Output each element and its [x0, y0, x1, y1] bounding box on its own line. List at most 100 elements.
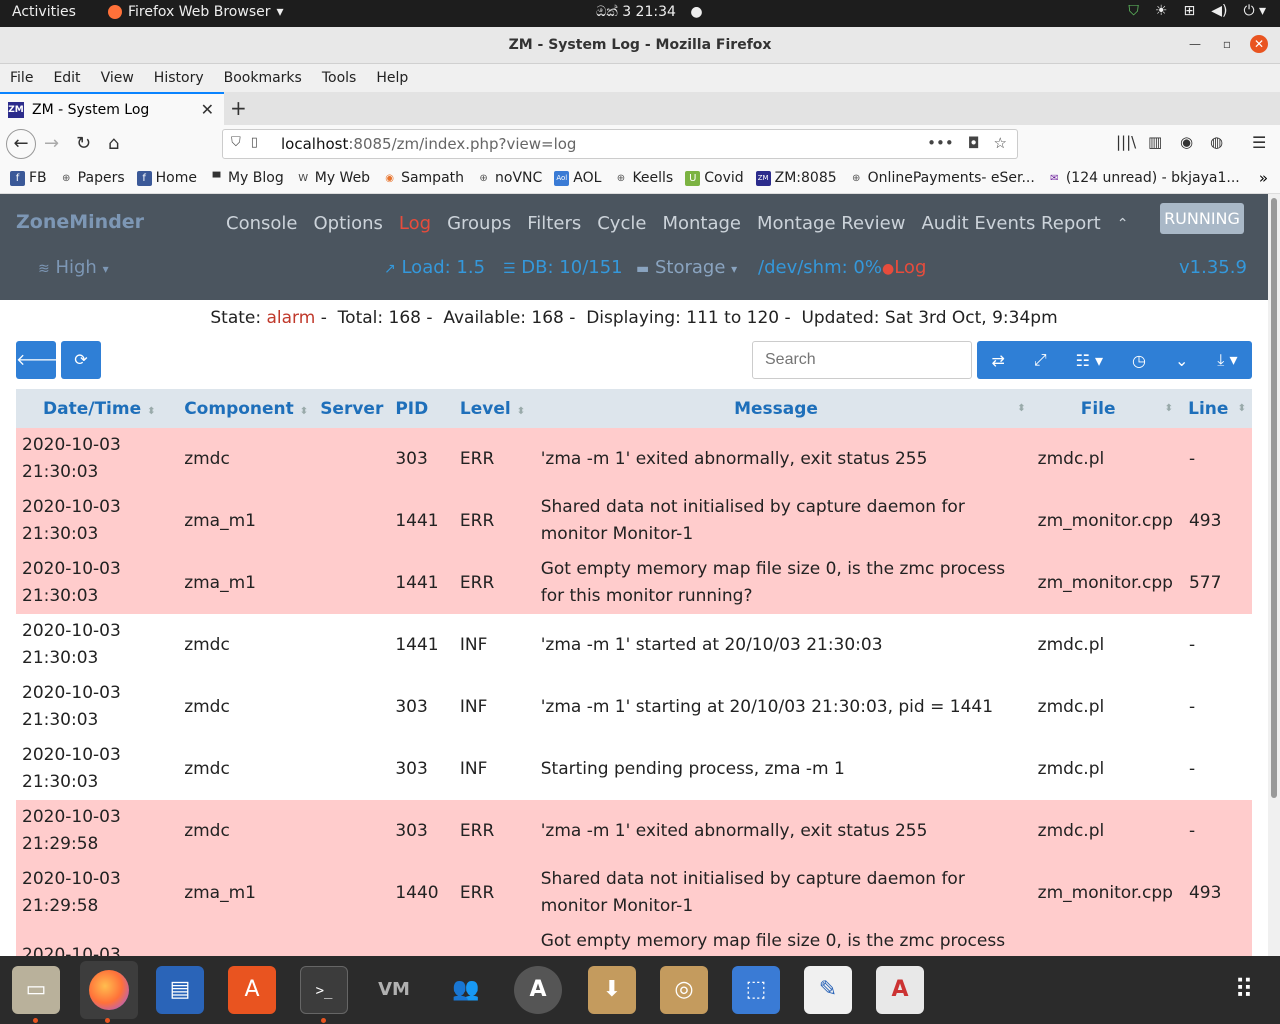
nav-audit-events-report[interactable]: Audit Events Report: [921, 213, 1100, 234]
app-menu[interactable]: Firefox Web Browser ▾: [108, 4, 284, 20]
search-input[interactable]: [752, 341, 972, 379]
bookmark-my-web[interactable]: W My Web: [296, 170, 370, 186]
table-row[interactable]: 2020-10-03 21:30:03 zmdc 303 ERR'zma -m 1' e…: [16, 428, 1252, 490]
menu-bookmarks[interactable]: Bookmarks: [224, 70, 302, 86]
bandwidth-dropdown[interactable]: ≋ High ▾: [38, 257, 109, 278]
run-state-button[interactable]: RUNNING: [1160, 203, 1244, 234]
forward-arrow-icon[interactable]: →: [44, 133, 59, 154]
page-info-icon[interactable]: ▯: [251, 135, 258, 150]
bookmarks-overflow-icon[interactable]: »: [1259, 169, 1268, 187]
bookmark-onlinepayments[interactable]: ⊕ OnlinePayments- eSer...: [849, 170, 1035, 186]
menu-edit[interactable]: Edit: [53, 70, 80, 86]
col-line[interactable]: Line ⬍: [1178, 389, 1252, 428]
brightness-icon[interactable]: ☀: [1155, 3, 1168, 19]
dictionary-icon[interactable]: A: [876, 966, 924, 1014]
chevron-down-icon[interactable]: ⌄: [1175, 351, 1188, 370]
table-row[interactable]: 2020-10-03 21:30:03 zmdc 303 INF Starting pen…: [16, 738, 1252, 800]
fullscreen-icon[interactable]: ⤢: [1034, 350, 1047, 370]
pocket-icon[interactable]: ◘: [968, 134, 980, 152]
auto-refresh-icon[interactable]: ⇄: [991, 351, 1004, 370]
menu-help[interactable]: Help: [376, 70, 408, 86]
nav-console[interactable]: Console: [226, 213, 297, 234]
activities-button[interactable]: Activities: [12, 4, 76, 20]
terminal-icon[interactable]: >_: [300, 966, 348, 1014]
menu-file[interactable]: File: [10, 70, 33, 86]
bookmark-aol[interactable]: Aol AOL: [554, 170, 601, 186]
menu-view[interactable]: View: [101, 70, 134, 86]
reload-icon[interactable]: ↻: [76, 133, 91, 154]
table-row[interactable]: 2020-10-03 21:29:58 zma_m1 1440 ERR Shared da…: [16, 862, 1252, 924]
col-datetime[interactable]: Date/Time ⬍: [16, 389, 179, 428]
shield-icon[interactable]: ⛉: [1128, 3, 1139, 19]
writer-icon[interactable]: ▤: [156, 966, 204, 1014]
firefox-dock-icon[interactable]: [80, 961, 138, 1019]
vmware-icon[interactable]: VM: [370, 966, 418, 1014]
table-row[interactable]: 2020-10-03 21:30:03 zmdc 1441 INF'zma -m 1' …: [16, 614, 1252, 676]
col-level[interactable]: Level ⬍: [453, 389, 535, 428]
back-arrow-icon[interactable]: ←: [6, 129, 36, 159]
extensions-icon[interactable]: ◍: [1210, 133, 1223, 151]
bookmark-home[interactable]: f Home: [136, 170, 197, 186]
screenshot-icon[interactable]: ⬚: [732, 966, 780, 1014]
archive-download-icon[interactable]: ⬇: [588, 966, 636, 1014]
clock-icon[interactable]: ◷: [1132, 351, 1146, 370]
scrollbar-thumb[interactable]: [1271, 198, 1277, 798]
bookmark-sampath[interactable]: ◉ Sampath: [382, 170, 464, 186]
maximize-icon[interactable]: ▫: [1218, 35, 1236, 53]
page-actions-icon[interactable]: •••: [927, 134, 954, 152]
bookmark-mail-unread[interactable]: ✉ (124 unread) - bkjaya1...: [1047, 170, 1240, 186]
nav-cycle[interactable]: Cycle: [597, 213, 646, 234]
export-icon[interactable]: ⤓ ▾: [1217, 350, 1237, 370]
col-component[interactable]: Component ⬍: [178, 389, 315, 428]
nav-filters[interactable]: Filters: [527, 213, 581, 234]
refresh-button[interactable]: ⟳: [61, 341, 101, 379]
zm-brand[interactable]: ZoneMinder: [16, 211, 144, 233]
col-pid[interactable]: PID: [389, 389, 454, 428]
nav-montage[interactable]: Montage: [662, 213, 741, 234]
bookmark-fb[interactable]: f FB: [10, 170, 47, 186]
users-icon[interactable]: 👥: [442, 966, 490, 1014]
chevron-up-icon[interactable]: ⌃: [1117, 216, 1129, 234]
tab-close-icon[interactable]: ✕: [201, 100, 214, 119]
home-icon[interactable]: ⌂: [108, 133, 119, 154]
url-bar[interactable]: ⛉ ▯ localhost:8085/zm/index.php?view=log…: [222, 129, 1018, 159]
back-button[interactable]: 🡐: [16, 341, 59, 379]
log-alert-link[interactable]: ●Log: [882, 257, 926, 278]
table-row[interactable]: 2020-10-03 21:29:58 zmdc 303 ERR'zma -m 1' e…: [16, 800, 1252, 862]
volume-icon[interactable]: ◀): [1211, 3, 1227, 19]
account-icon[interactable]: ◉: [1180, 133, 1193, 151]
bookmark-keells[interactable]: ⊕ Keells: [613, 170, 674, 186]
updater-icon[interactable]: A: [514, 966, 562, 1014]
text-editor-icon[interactable]: ✎: [804, 966, 852, 1014]
nav-options[interactable]: Options: [313, 213, 382, 234]
show-applications-icon[interactable]: ⠿: [1220, 966, 1268, 1014]
tracking-shield-icon[interactable]: ⛉: [231, 135, 241, 150]
power-icon[interactable]: ⏻ ▾: [1243, 3, 1266, 19]
tab-zm-system-log[interactable]: ZM ZM - System Log ✕: [0, 92, 224, 125]
minimize-icon[interactable]: —: [1186, 35, 1204, 53]
bookmark-star-icon[interactable]: ☆: [994, 134, 1007, 152]
hamburger-menu-icon[interactable]: ☰: [1252, 133, 1266, 152]
page-scrollbar[interactable]: [1268, 194, 1280, 956]
nav-groups[interactable]: Groups: [447, 213, 511, 234]
library-icon[interactable]: |||\: [1116, 133, 1136, 151]
bookmark-novnc[interactable]: ⊕ noVNC: [476, 170, 542, 186]
bookmark-zm-8085[interactable]: ZM ZM:8085: [755, 170, 837, 186]
nav-montage-review[interactable]: Montage Review: [757, 213, 905, 234]
archive-icon[interactable]: ◎: [660, 966, 708, 1014]
files-icon[interactable]: ▭: [12, 966, 60, 1014]
nav-log[interactable]: Log: [399, 213, 431, 234]
table-row[interactable]: 2020-10-03 21:30:03 zma_m1 1441 ERR Shared da…: [16, 490, 1252, 552]
clock[interactable]: ඔක් 3 21:34 ●: [596, 4, 703, 20]
storage-dropdown[interactable]: ▬ Storage ▾: [636, 257, 737, 278]
menu-tools[interactable]: Tools: [322, 70, 357, 86]
new-tab-icon[interactable]: +: [230, 96, 247, 120]
sidebar-icon[interactable]: ▥: [1148, 133, 1162, 151]
table-row[interactable]: 2020-10-03 21:30:03 zma_m1 1441 ERR Got empty…: [16, 552, 1252, 614]
software-center-icon[interactable]: A: [228, 966, 276, 1014]
col-message[interactable]: Message ⬍: [534, 389, 1032, 428]
menu-history[interactable]: History: [154, 70, 204, 86]
col-file[interactable]: File ⬍: [1031, 389, 1179, 428]
close-icon[interactable]: ✕: [1250, 35, 1268, 53]
bookmark-papers[interactable]: ⊕ Papers: [59, 170, 125, 186]
